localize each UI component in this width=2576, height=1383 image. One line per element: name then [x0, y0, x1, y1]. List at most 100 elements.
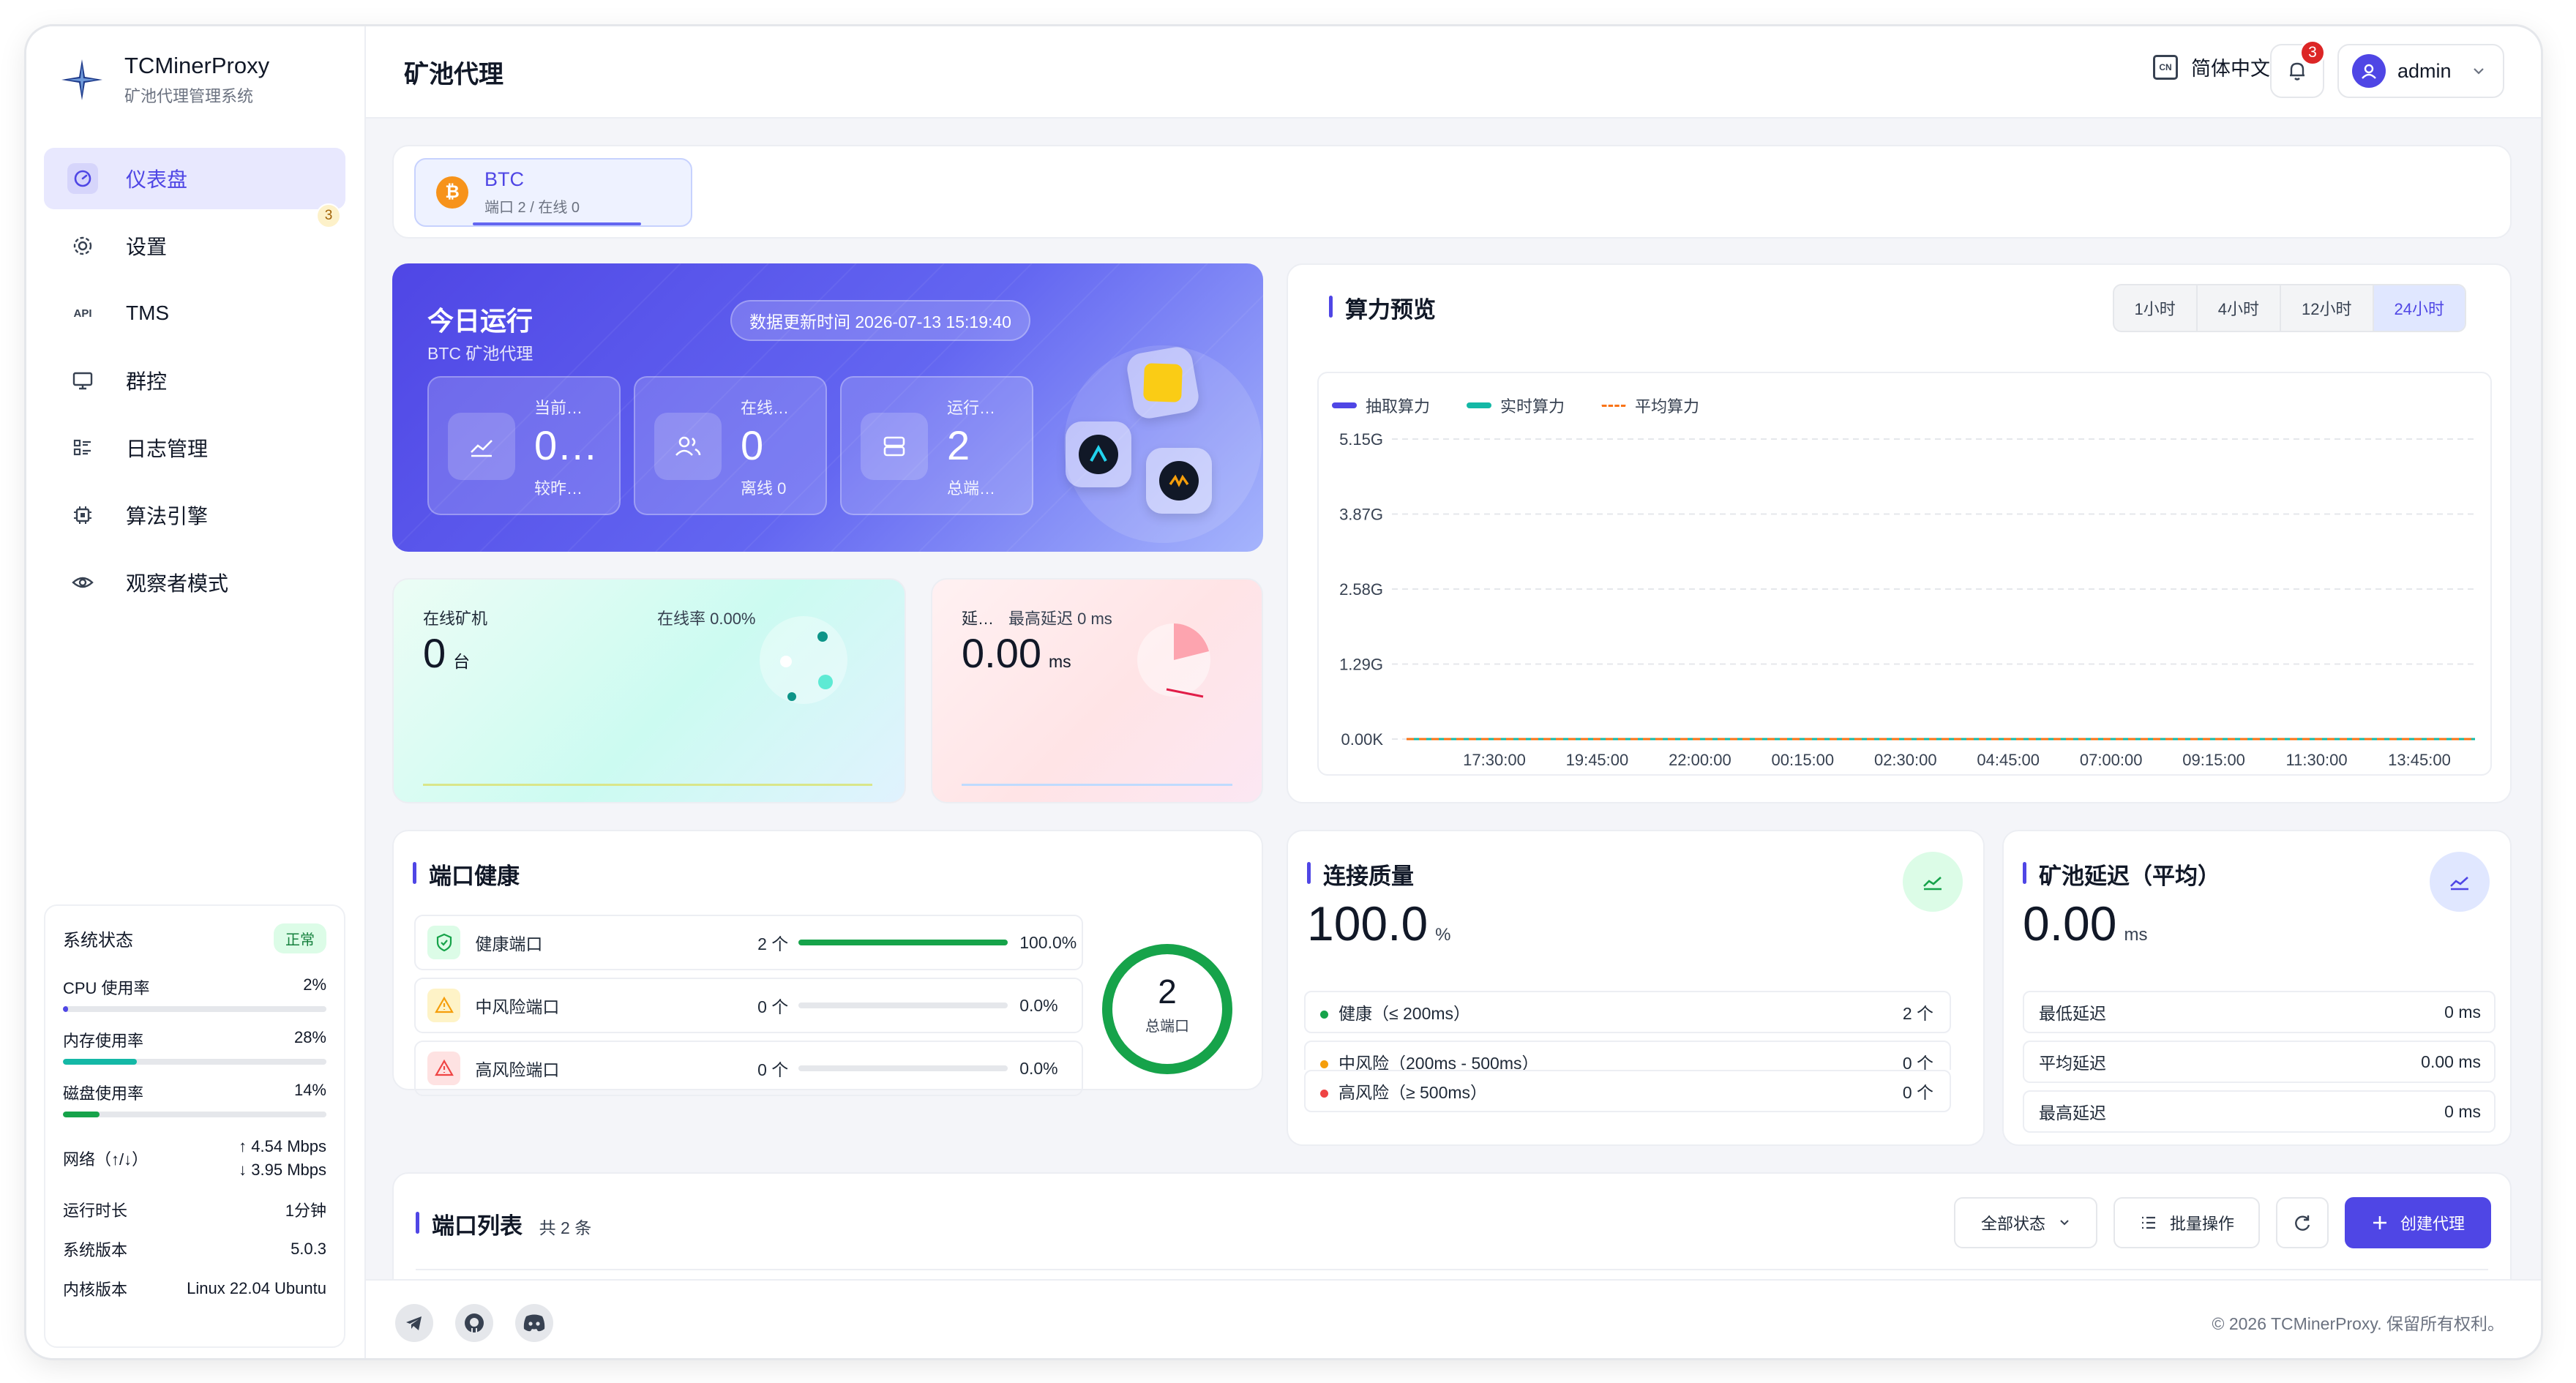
disk-bar	[63, 1112, 100, 1117]
health-row-medium-risk[interactable]: 中风险端口 0 个 0.0%	[414, 978, 1083, 1033]
app-window: TCMinerProxy 矿池代理管理系统 仪表盘 设置 3 API TMS 群…	[26, 26, 2541, 1358]
health-count: 0 个	[757, 997, 789, 1016]
chevron-down-icon	[2060, 1220, 2069, 1226]
x-tick-label: 22:00:00	[1669, 751, 1731, 769]
list-icon	[67, 432, 98, 463]
stat-value: 0	[741, 422, 764, 468]
port-health-card: 端口健康 健康端口 2 个 100.0% 中风险端口 0 个 0.0% 高风险端…	[392, 830, 1263, 1096]
health-label: 高风险端口	[475, 1060, 560, 1079]
network-down: ↓ 3.95 Mbps	[239, 1161, 326, 1179]
language-icon: CN	[2153, 54, 2178, 80]
nav-item-group-control[interactable]: 群控	[44, 350, 345, 411]
quality-row-healthy: 健康（≤ 200ms） 2 个	[1304, 991, 1951, 1033]
gauge-graphic	[1137, 623, 1210, 698]
language-selector[interactable]: CN 简体中文	[2153, 53, 2270, 81]
nav-item-algorithm[interactable]: 算法引擎	[44, 484, 345, 546]
total-ports-label: 总端口	[1145, 1019, 1189, 1035]
nav-label: 仪表盘	[126, 168, 188, 191]
stat-label: 当前…	[534, 399, 583, 417]
stat-online: 在线… 0 离线 0	[634, 376, 827, 515]
eye-icon	[67, 567, 98, 598]
discord-link[interactable]	[515, 1304, 553, 1342]
topbar: 矿池代理 CN 简体中文 3 admin	[366, 26, 2541, 119]
network-graphic	[760, 616, 847, 704]
telegram-link[interactable]	[395, 1304, 433, 1342]
pool-logo-icon	[1124, 344, 1202, 421]
x-tick-label: 00:15:00	[1772, 751, 1835, 769]
memory-metric: 内存使用率 28%	[63, 1028, 326, 1065]
range-24h-button[interactable]: 24小时	[2373, 285, 2465, 331]
health-row-high-risk[interactable]: 高风险端口 0 个 0.0%	[414, 1041, 1083, 1096]
latency-trend-icon	[2430, 852, 2490, 912]
status-filter-dropdown[interactable]: 全部状态	[1954, 1197, 2097, 1248]
version-value: 5.0.3	[291, 1240, 326, 1258]
user-menu[interactable]: admin	[2337, 44, 2504, 98]
quality-unit: %	[1435, 925, 1451, 945]
quality-value: 100.0%	[1307, 896, 1451, 951]
batch-operations-button[interactable]: 批量操作	[2113, 1197, 2260, 1248]
nav-item-observer[interactable]: 观察者模式	[44, 552, 345, 613]
refresh-button[interactable]	[2276, 1197, 2329, 1248]
settings-badge: 3	[316, 203, 341, 228]
miners-count: 0	[423, 630, 446, 676]
nav-item-logs[interactable]: 日志管理	[44, 417, 345, 479]
plus-icon	[2373, 1216, 2386, 1229]
latency-row-value: 0.00 ms	[2421, 1052, 2481, 1071]
health-bar	[798, 940, 1008, 945]
health-label: 中风险端口	[475, 997, 560, 1016]
quality-count: 0 个	[1902, 1083, 1933, 1102]
hashrate-plot: 5.15G 3.87G 2.58G 1.29G 0.00K 17:30:00 19:45:0…	[1339, 430, 2475, 769]
range-4h-button[interactable]: 4小时	[2198, 285, 2282, 331]
nav-item-tms[interactable]: API TMS	[44, 282, 345, 344]
nav-label: TMS	[126, 301, 170, 324]
quality-count: 2 个	[1902, 1004, 1933, 1023]
latency-row-value: 0 ms	[2444, 1101, 2481, 1121]
telegram-icon	[406, 1316, 422, 1330]
hero-title: 今日运行	[427, 306, 533, 336]
cpu-bar	[63, 1006, 69, 1012]
today-overview-card: 今日运行 BTC 矿池代理 数据更新时间 2026-07-13 15:19:40…	[392, 263, 1263, 552]
max-latency: 最高延迟 0 ms	[1008, 610, 1112, 628]
y-tick-label: 2.58G	[1339, 580, 1383, 599]
uptime-row: 运行时长 1分钟	[63, 1198, 326, 1221]
stat-value: 2	[947, 422, 970, 468]
github-link[interactable]	[455, 1304, 493, 1342]
health-pct: 100.0%	[1019, 932, 1077, 952]
total-ports-ring: 2 总端口	[1098, 940, 1237, 1079]
nav-item-settings[interactable]: 设置 3	[44, 203, 345, 277]
quality-label: 健康（≤ 200ms）	[1338, 1004, 1471, 1023]
health-pct: 0.0%	[1019, 1058, 1058, 1078]
latency-row-value: 0 ms	[2444, 1002, 2481, 1022]
kernel-row: 内核版本 Linux 22.04 Ubuntu	[63, 1277, 326, 1300]
y-tick-label: 3.87G	[1339, 506, 1383, 524]
health-row-healthy[interactable]: 健康端口 2 个 100.0%	[414, 915, 1083, 970]
x-tick-label: 17:30:00	[1463, 751, 1526, 769]
create-proxy-button[interactable]: 创建代理	[2345, 1197, 2491, 1248]
latency-row-label: 最高延迟	[2039, 1103, 2106, 1122]
port-health-title: 端口健康	[413, 858, 520, 891]
notifications-button[interactable]: 3	[2270, 40, 2326, 98]
pool-latency-title: 矿池延迟（平均）	[2023, 858, 2220, 891]
refresh-icon	[2295, 1215, 2310, 1231]
range-12h-button[interactable]: 12小时	[2281, 285, 2374, 331]
filter-label: 全部状态	[1980, 1215, 2045, 1233]
range-1h-button[interactable]: 1小时	[2114, 285, 2198, 331]
port-list-title: 端口列表 共 2 条	[416, 1207, 591, 1240]
y-tick-label: 1.29G	[1339, 656, 1383, 674]
coin-tab-btc[interactable]: ₿ BTC 端口 2 / 在线 0	[414, 158, 692, 227]
avatar	[2352, 54, 2386, 88]
api-icon: API	[73, 307, 92, 320]
pool-latency-card: 矿池延迟（平均） 0.00 ms 最低延迟 0 ms 平均延迟 0.00 ms 最高延…	[2002, 830, 2512, 1146]
nav-item-dashboard[interactable]: 仪表盘	[44, 148, 345, 209]
port-list-heading: 端口列表	[432, 1213, 523, 1239]
latency-unit: ms	[1049, 652, 1071, 671]
brand[interactable]: TCMinerProxy 矿池代理管理系统	[60, 53, 269, 107]
stat-sub: 离线 0	[741, 479, 787, 498]
username: admin	[2397, 59, 2452, 82]
latency-number: 0.00	[962, 630, 1041, 676]
active-tab-indicator	[473, 222, 641, 225]
warning-icon	[427, 989, 461, 1022]
stat-label: 在线…	[741, 399, 790, 417]
x-tick-label: 11:30:00	[2286, 751, 2348, 769]
dashboard-icon	[67, 163, 98, 194]
